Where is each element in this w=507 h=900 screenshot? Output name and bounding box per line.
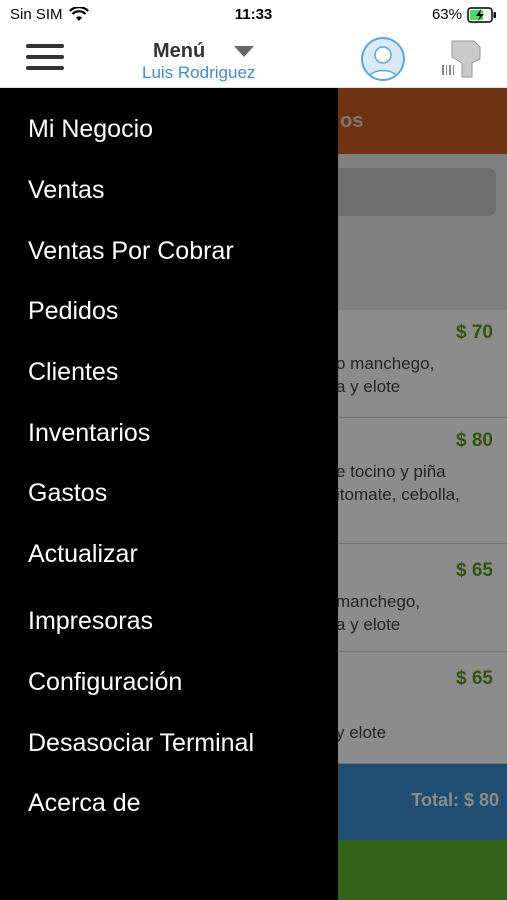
drawer-item-mi-negocio[interactable]: Mi Negocio [28,115,153,144]
top-bar: Menú Luis Rodriguez [0,30,507,88]
drawer-item-acerca-de[interactable]: Acerca de [28,789,141,818]
barcode-scanner-icon[interactable] [440,35,486,81]
status-left: Sin SIM [10,6,89,23]
menu-title[interactable]: Menú [153,40,205,63]
drawer-item-ventas[interactable]: Ventas [28,176,104,205]
status-right: 63% [432,6,497,23]
current-user-name[interactable]: Luis Rodriguez [142,63,255,83]
drawer-item-desasociar-terminal[interactable]: Desasociar Terminal [28,729,254,758]
avatar-icon[interactable] [361,37,405,81]
side-drawer: Mi Negocio Ventas Ventas Por Cobrar Pedi… [0,88,338,900]
drawer-item-ventas-por-cobrar[interactable]: Ventas Por Cobrar [28,237,234,266]
drawer-item-inventarios[interactable]: Inventarios [28,419,150,448]
drawer-item-gastos[interactable]: Gastos [28,479,107,508]
chevron-down-icon[interactable] [234,46,254,57]
carrier-label: Sin SIM [10,6,63,23]
drawer-item-clientes[interactable]: Clientes [28,358,118,387]
battery-percent: 63% [431,6,462,23]
drawer-item-actualizar[interactable]: Actualizar [28,540,138,569]
drawer-item-impresoras[interactable]: Impresoras [28,607,153,636]
battery-charging-icon [467,6,496,23]
status-bar: Sin SIM 11:33 63% [0,0,507,30]
drawer-item-pedidos[interactable]: Pedidos [28,297,118,326]
drawer-item-configuracion[interactable]: Configuración [28,668,182,697]
hamburger-icon[interactable] [26,44,64,72]
wifi-icon [68,7,89,21]
